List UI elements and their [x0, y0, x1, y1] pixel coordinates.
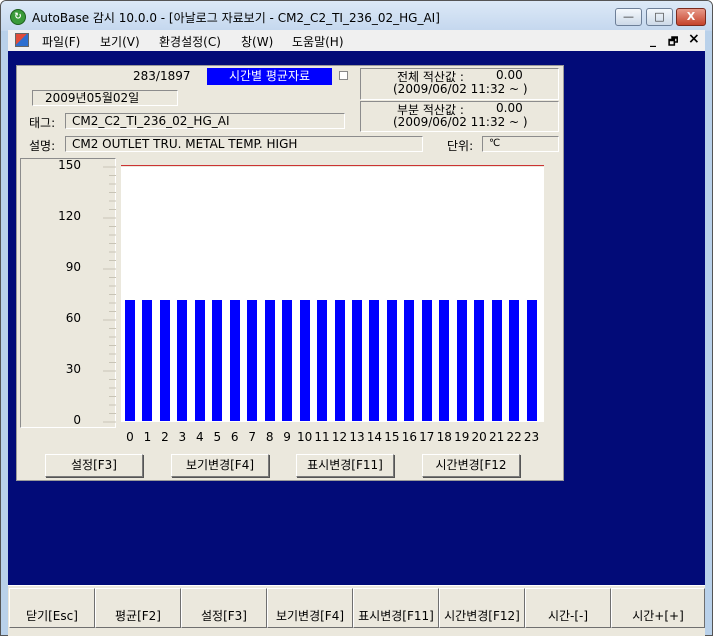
bar-hour-23 — [526, 300, 537, 421]
mode-checkbox[interactable] — [339, 71, 348, 80]
app-icon[interactable]: ↻ — [10, 9, 26, 25]
document-icon[interactable] — [15, 33, 29, 47]
panel-view-change-button[interactable]: 보기변경[F4] — [171, 454, 269, 477]
date-field[interactable]: 2009년05월02일 — [32, 90, 178, 106]
bar-hour-3 — [177, 300, 188, 421]
window-title: AutoBase 감시 10.0.0 - [아날로그 자료보기 - CM2_C2… — [32, 11, 440, 25]
y-tick-120: 120 — [58, 209, 81, 223]
title-bar: ↻ AutoBase 감시 10.0.0 - [아날로그 자료보기 - CM2_… — [1, 1, 712, 31]
total-since: (2009/06/02 11:32 ~ ) — [393, 82, 528, 96]
bar-hour-20 — [474, 300, 485, 421]
bar-hour-9 — [282, 300, 293, 421]
description-label: 설명: — [29, 139, 56, 153]
close-esc-button[interactable]: 닫기[Esc] — [9, 588, 95, 628]
panel-settings-button[interactable]: 설정[F3] — [45, 454, 143, 477]
unit-field: ℃ — [482, 136, 559, 152]
bar-hour-11 — [317, 300, 328, 421]
y-tick-30: 30 — [65, 362, 81, 376]
bar-hour-22 — [509, 300, 520, 421]
tag-field: CM2_C2_TI_236_02_HG_AI — [65, 113, 345, 129]
bar-hour-17 — [421, 300, 432, 421]
bar-hour-12 — [334, 300, 345, 421]
bar-hour-13 — [351, 300, 362, 421]
mdi-close-button[interactable]: × — [688, 31, 700, 47]
maximize-button[interactable]: □ — [646, 8, 673, 26]
tag-label: 태그: — [29, 116, 56, 130]
bar-hour-15 — [386, 300, 397, 421]
partial-value: 0.00 — [496, 101, 523, 115]
bar-hour-18 — [439, 300, 450, 421]
close-button[interactable]: X — [676, 8, 706, 26]
y-tick-150: 150 — [58, 158, 81, 172]
y-tick-0: 0 — [73, 413, 81, 427]
bar-hour-0 — [125, 300, 135, 421]
y-axis-box — [20, 158, 116, 428]
bar-hour-21 — [491, 300, 502, 421]
y-tick-90: 90 — [65, 260, 81, 274]
average-f2-button[interactable]: 평균[F2] — [95, 588, 181, 628]
record-count: 283/1897 — [133, 69, 191, 83]
view-change-f4-button[interactable]: 보기변경[F4] — [267, 588, 353, 628]
minimize-button[interactable]: — — [615, 8, 642, 26]
display-change-f11-button[interactable]: 표시변경[F11] — [353, 588, 439, 628]
y-axis-ruler — [103, 166, 116, 423]
reference-line — [121, 165, 544, 166]
bar-hour-10 — [299, 300, 310, 421]
mdi-restore-button[interactable]: 🗗 — [668, 33, 678, 52]
panel-display-change-button[interactable]: 표시변경[F11] — [296, 454, 394, 477]
unit-label: 단위: — [447, 139, 474, 153]
y-tick-60: 60 — [65, 311, 81, 325]
menu-window[interactable]: 창(W) — [241, 33, 273, 50]
bar-hour-4 — [194, 300, 205, 421]
menu-file[interactable]: 파일(F) — [42, 33, 80, 50]
time-change-f12-button[interactable]: 시간변경[F12] — [439, 588, 525, 628]
bar-hour-7 — [247, 300, 258, 421]
time-plus-button[interactable]: 시간+[+] — [611, 588, 705, 628]
panel-time-change-button[interactable]: 시간변경[F12 — [422, 454, 520, 477]
bar-hour-2 — [159, 300, 170, 421]
bar-hour-14 — [369, 300, 380, 421]
time-minus-button[interactable]: 시간-[-] — [525, 588, 611, 628]
bar-hour-6 — [229, 300, 240, 421]
bar-hour-19 — [456, 300, 467, 421]
settings-f3-button[interactable]: 설정[F3] — [181, 588, 267, 628]
description-field: CM2 OUTLET TRU. METAL TEMP. HIGH — [65, 136, 423, 152]
menu-help[interactable]: 도움말(H) — [292, 33, 344, 50]
menu-view[interactable]: 보기(V) — [100, 33, 140, 50]
bar-hour-16 — [404, 300, 415, 421]
bar-hour-8 — [264, 300, 275, 421]
x-tick-23: 23 — [523, 430, 540, 444]
bar-hour-5 — [212, 300, 223, 421]
total-value: 0.00 — [496, 68, 523, 82]
partial-since: (2009/06/02 11:32 ~ ) — [393, 115, 528, 129]
mdi-minimize-button[interactable]: _ — [650, 33, 656, 47]
mode-label: 시간별 평균자료 — [207, 68, 332, 85]
menu-settings[interactable]: 환경설정(C) — [159, 33, 221, 50]
bar-hour-1 — [142, 300, 153, 421]
menu-bar: 파일(F) 보기(V) 환경설정(C) 창(W) 도움말(H) _ 🗗 × — [8, 30, 705, 51]
